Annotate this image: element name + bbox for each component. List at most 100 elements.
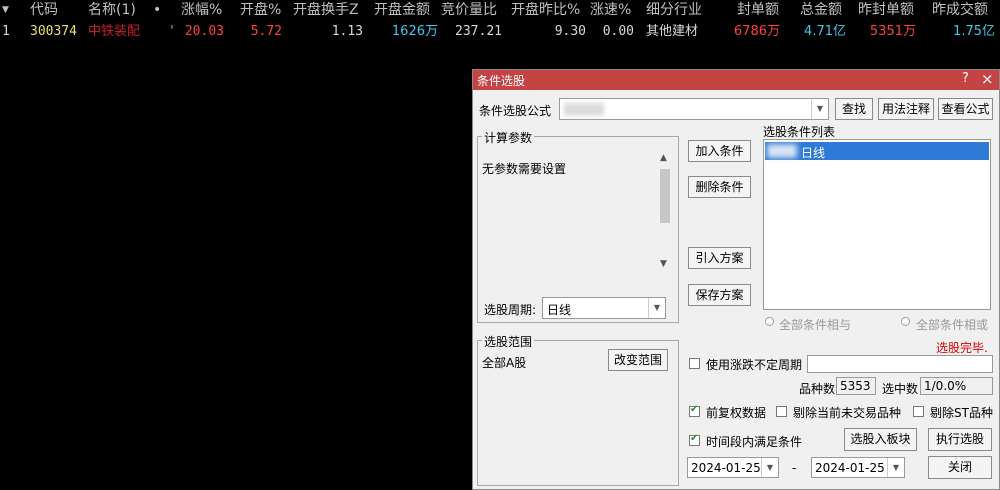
range-group: 选股范围 全部A股 改变范围 [477, 333, 679, 486]
col-total[interactable]: 总金额 [800, 0, 842, 20]
period-field[interactable] [807, 355, 993, 373]
close-button[interactable]: 关闭 [928, 456, 992, 479]
condition-list-label: 选股条件列表 [763, 125, 836, 139]
period-value: 日线 [547, 303, 572, 317]
row-code: 300374 [30, 24, 77, 39]
row-open-amount: 1626万 [391, 24, 438, 39]
col-open-turnover[interactable]: 开盘换手Z [293, 0, 359, 20]
delete-condition-button[interactable]: 删除条件 [688, 176, 751, 198]
params-group-label: 计算参数 [482, 129, 535, 146]
col-open[interactable]: 开盘% [240, 0, 281, 20]
adjusted-data-checkbox[interactable] [689, 404, 700, 417]
list-item-blur [767, 144, 797, 158]
scroll-down-icon[interactable]: ▼ [660, 259, 667, 269]
table-row[interactable]: 1 300374 中铁装配 ' 20.03 5.72 1.13 1626万 23… [0, 21, 1000, 43]
col-name[interactable]: 名称(1) [88, 0, 136, 20]
col-seal[interactable]: 封单额 [737, 0, 779, 20]
save-plan-button[interactable]: 保存方案 [688, 284, 751, 306]
params-group: 计算参数 无参数需要设置 ▲ ▼ 选股周期: 日线 ▼ [477, 129, 679, 323]
condition-list[interactable]: 日线 [763, 139, 991, 310]
scroll-up-icon[interactable]: ▲ [660, 153, 667, 163]
help-icon[interactable]: ? [962, 71, 969, 86]
col-industry[interactable]: 细分行业 [646, 0, 702, 20]
chevron-down-icon[interactable]: ▼ [811, 99, 828, 119]
radio-or[interactable] [901, 317, 910, 326]
row-open-turnover: 1.13 [331, 24, 363, 39]
end-date-field[interactable]: 2024-01-25 ▼ [811, 457, 905, 478]
row-industry: 其他建材 [646, 24, 699, 39]
row-open-vs-prev: 9.30 [554, 24, 586, 39]
no-params-text: 无参数需要设置 [482, 162, 567, 176]
exclude-st-label: 剔除ST品种 [930, 406, 993, 420]
time-range-label: 时间段内满足条件 [706, 435, 803, 449]
col-open-vs-prev[interactable]: 开盘昨比% [511, 0, 580, 20]
col-speed[interactable]: 涨速% [590, 0, 631, 20]
formula-label: 条件选股公式 [479, 104, 552, 118]
usage-button[interactable]: 用法注释 [878, 98, 934, 120]
use-period-label: 使用涨跌不定周期 [706, 358, 803, 372]
range-value: 全部A股 [482, 356, 527, 370]
period-select[interactable]: 日线 ▼ [542, 297, 666, 319]
row-open: 5.72 [250, 24, 282, 39]
close-icon[interactable]: × [981, 70, 994, 88]
selected-label: 选中数 [882, 382, 919, 396]
row-prev-turnover: 1.75亿 [953, 24, 995, 39]
run-selection-button[interactable]: 执行选股 [928, 428, 992, 451]
import-plan-button[interactable]: 引入方案 [688, 247, 751, 269]
period-label: 选股周期: [484, 303, 537, 317]
time-range-checkbox[interactable] [689, 433, 700, 446]
row-index: 1 [2, 24, 10, 39]
chevron-down-icon[interactable]: ▼ [648, 298, 665, 318]
exclude-untraded-checkbox[interactable] [776, 406, 787, 417]
params-scrollbar[interactable]: ▲ ▼ [658, 153, 672, 273]
list-item[interactable]: 日线 [765, 142, 989, 160]
col-change[interactable]: 涨幅% [181, 0, 222, 20]
exclude-untraded-label: 剔除当前未交易品种 [793, 406, 902, 420]
selected-value: 1/0.0% [924, 379, 967, 393]
range-group-label: 选股范围 [482, 333, 535, 350]
col-auction-ratio[interactable]: 竞价量比 [441, 0, 497, 20]
dialog-title: 条件选股 [477, 74, 526, 88]
row-seal: 6786万 [733, 24, 780, 39]
view-formula-button[interactable]: 查看公式 [938, 98, 993, 120]
row-total: 4.71亿 [804, 24, 846, 39]
add-condition-button[interactable]: 加入条件 [688, 140, 751, 162]
formula-select[interactable]: ▼ [559, 98, 829, 120]
radio-and[interactable] [765, 317, 774, 326]
find-button[interactable]: 查找 [835, 98, 873, 120]
status-text: 选股完毕. [936, 341, 988, 355]
radio-and-label: 全部条件相与 [779, 318, 852, 332]
col-prev-seal[interactable]: 昨封单额 [858, 0, 914, 20]
count-label: 品种数 [799, 382, 836, 396]
change-range-button[interactable]: 改变范围 [608, 349, 668, 371]
scroll-thumb[interactable] [660, 169, 670, 223]
end-date-value: 2024-01-25 [815, 461, 885, 475]
row-prev-seal: 5351万 [869, 24, 916, 39]
dialog-titlebar[interactable]: 条件选股 ? × [473, 70, 999, 90]
condition-select-dialog: 条件选股 ? × 条件选股公式 ▼ 查找 用法注释 查看公式 计算参数 无参数需… [472, 69, 1000, 490]
chevron-down-icon[interactable]: ▼ [887, 458, 904, 477]
radio-or-label: 全部条件相或 [916, 318, 989, 332]
start-date-field[interactable]: 2024-01-25 ▼ [687, 457, 779, 478]
adjusted-data-label: 前复权数据 [706, 406, 767, 420]
use-period-checkbox[interactable] [689, 358, 700, 369]
col-code[interactable]: 代码 [30, 0, 58, 20]
chevron-down-icon[interactable]: ▼ [761, 458, 778, 477]
start-date-value: 2024-01-25 [691, 461, 761, 475]
formula-blur [564, 103, 604, 116]
table-header: ▼ 代码 名称(1) • 涨幅% 开盘% 开盘换手Z 开盘金额 竞价量比 开盘昨… [0, 0, 1000, 20]
row-name: 中铁装配 [88, 24, 141, 39]
selected-field: 1/0.0% [920, 377, 993, 395]
row-change: 20.03 [184, 24, 224, 39]
add-to-board-button[interactable]: 选股入板块 [844, 428, 917, 451]
row-auction-ratio: 237.21 [455, 24, 502, 39]
col-open-amount[interactable]: 开盘金额 [374, 0, 430, 20]
col-dot[interactable]: • [153, 0, 161, 20]
date-separator: - [792, 461, 797, 475]
count-field: 5353 [836, 377, 876, 395]
sort-arrow-icon[interactable]: ▼ [2, 0, 9, 20]
exclude-st-checkbox[interactable] [913, 406, 924, 417]
row-mark: ' [168, 24, 176, 39]
count-value: 5353 [840, 379, 871, 393]
col-prev-turnover[interactable]: 昨成交额 [932, 0, 988, 20]
